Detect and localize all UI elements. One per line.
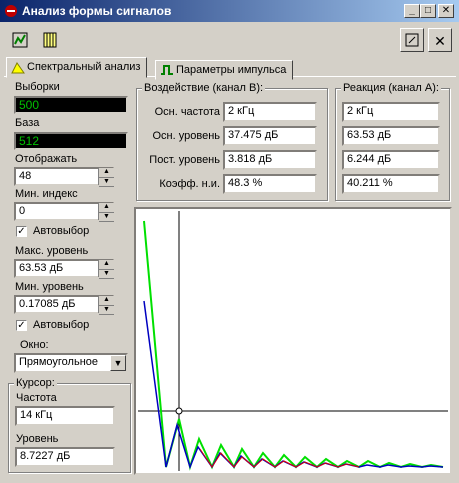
window-title: Анализ формы сигналов xyxy=(22,4,172,18)
tab-pulse-label: Параметры импульса xyxy=(176,64,287,76)
base-display: 512 xyxy=(14,132,128,150)
input-group-title: Воздействие (канал B): xyxy=(142,82,266,94)
minimize-button[interactable]: _ xyxy=(404,4,420,18)
toolbar-chart-icon[interactable] xyxy=(8,28,32,52)
close-panel-button[interactable]: ✕ xyxy=(428,28,452,52)
min-level-label: Мин. уровень xyxy=(15,281,84,293)
cursor-level-field: 8.7227 дБ xyxy=(15,447,115,467)
base-label: База xyxy=(15,117,40,129)
series-blue xyxy=(143,300,444,470)
display-spinner[interactable]: ▲ ▼ xyxy=(98,168,114,187)
max-level-label: Макс. уровень xyxy=(15,245,89,257)
input-row-value: 48.3 % xyxy=(223,174,317,194)
min-index-label: Мин. индекс xyxy=(15,188,78,200)
response-value: 40.211 % xyxy=(342,174,440,194)
window-label: Окно: xyxy=(20,339,49,351)
spectrum-icon xyxy=(11,62,25,74)
input-row-value: 37.475 дБ xyxy=(223,126,317,146)
tab-pulse[interactable]: Параметры импульса xyxy=(155,60,294,80)
cursor-freq-label: Частота xyxy=(16,392,57,404)
tab-spectral-label: Спектральный анализ xyxy=(27,61,141,73)
autoselect2-label: Автовыбор xyxy=(33,319,90,331)
cursor-group-title: Курсор: xyxy=(14,377,57,389)
display-label: Отображать xyxy=(15,153,78,165)
samples-display: 500 xyxy=(14,96,128,114)
input-row-value: 3.818 дБ xyxy=(223,150,317,170)
dropdown-arrow-icon[interactable]: ▼ xyxy=(110,355,126,371)
input-row-label: Осн. уровень xyxy=(152,130,221,142)
autoselect1-checkbox[interactable]: ✓ xyxy=(16,226,27,237)
samples-label: Выборки xyxy=(15,81,60,93)
input-row-label: Коэфф. н.и. xyxy=(159,178,220,190)
response-value: 6.244 дБ xyxy=(342,150,440,170)
spectrum-plot[interactable] xyxy=(134,207,452,475)
app-icon xyxy=(5,5,17,17)
cursor-marker xyxy=(175,407,183,415)
min-level-spinner[interactable]: ▲ ▼ xyxy=(98,296,114,315)
input-row-value: 2 кГц xyxy=(223,102,317,122)
input-row-label: Осн. частота xyxy=(154,106,220,118)
max-level-spinner[interactable]: ▲ ▼ xyxy=(98,260,114,279)
cursor-freq-field: 14 кГц xyxy=(15,406,115,426)
maximize-button[interactable]: □ xyxy=(420,4,436,18)
autoselect1-label: Автовыбор xyxy=(33,225,90,237)
spectrum-svg xyxy=(138,211,448,471)
pulse-icon xyxy=(161,65,173,75)
series-green xyxy=(143,220,444,471)
toolbar-grid-icon[interactable] xyxy=(38,28,62,52)
input-row-label: Пост. уровень xyxy=(149,154,220,166)
tab-spectral[interactable]: Спектральный анализ xyxy=(6,57,148,78)
response-value: 63.53 дБ xyxy=(342,126,440,146)
response-group-title: Реакция (канал А): xyxy=(341,82,441,94)
autoselect2-checkbox[interactable]: ✓ xyxy=(16,320,27,331)
cursor-level-label: Уровень xyxy=(16,433,59,445)
min-index-spinner[interactable]: ▲ ▼ xyxy=(98,203,114,222)
response-value: 2 кГц xyxy=(342,102,440,122)
print-button[interactable] xyxy=(400,28,424,52)
close-button[interactable]: ✕ xyxy=(438,4,454,18)
